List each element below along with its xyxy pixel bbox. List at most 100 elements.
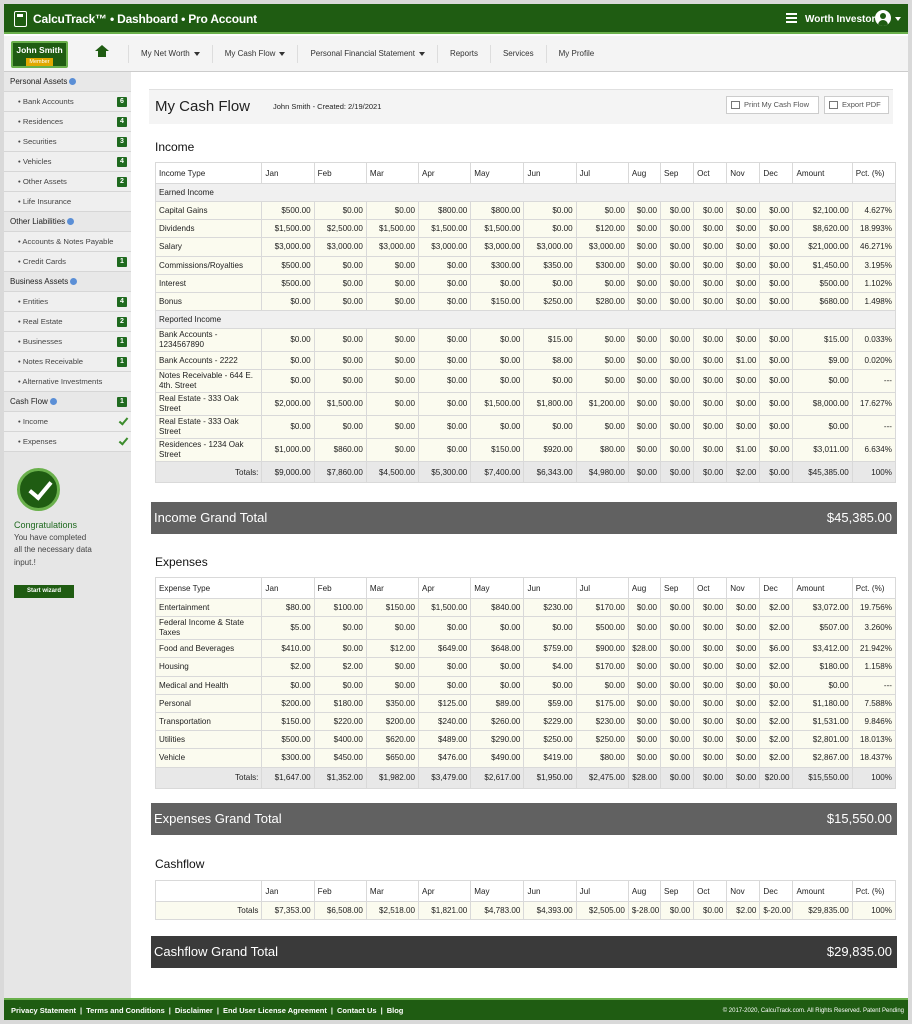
table-row[interactable]: Commissions/Royalties $500.00 $0.00 $0.00 $0… xyxy=(154,255,897,275)
month-value: $2,000.00 xyxy=(261,392,315,417)
sidebar-item-notes-receivable[interactable]: • Notes Receivable 1 xyxy=(4,352,131,372)
sidebar-item-accounts-notes-payable[interactable]: • Accounts & Notes Payable xyxy=(4,232,131,252)
sidebar-item-real-estate[interactable]: • Real Estate 2 xyxy=(4,312,131,332)
month-value: $0.00 xyxy=(313,675,367,695)
info-icon[interactable] xyxy=(69,78,77,86)
sidebar-item-businesses[interactable]: • Businesses 1 xyxy=(4,332,131,352)
table-row[interactable]: Real Estate - 333 Oak Street $2,000.00 $1,… xyxy=(154,392,897,417)
hamburger-menu-icon[interactable] xyxy=(786,13,797,23)
info-icon[interactable] xyxy=(49,398,57,406)
table-row[interactable]: Federal Income & State Taxes $5.00 $0.00 $0… xyxy=(154,616,897,641)
sidebar-item-alternative-investments[interactable]: • Alternative Investments xyxy=(4,372,131,392)
month-value: $450.00 xyxy=(313,748,367,768)
sidebar-item-life-insurance[interactable]: • Life Insurance xyxy=(4,192,131,212)
count-badge: 1 xyxy=(117,257,127,267)
month-value: $150.00 xyxy=(470,291,525,312)
table-row[interactable]: Salary $3,000.00 $3,000.00 $3,000.00 $3,000.… xyxy=(154,237,897,257)
sidebar-item-bank-accounts[interactable]: • Bank Accounts 6 xyxy=(4,92,131,112)
footer-link-disclaimer[interactable]: Disclaimer xyxy=(175,1006,213,1015)
sidebar-section-other-liabilities[interactable]: Other Liabilities xyxy=(4,212,131,232)
month-value: $0.00 xyxy=(627,273,661,293)
month-value: $125.00 xyxy=(418,693,472,713)
row-label: Entertainment xyxy=(154,597,263,618)
nav-my-profile[interactable]: My Profile xyxy=(545,45,607,63)
count-badge: 1 xyxy=(117,357,127,367)
sidebar-item-expenses[interactable]: • Expenses xyxy=(4,432,131,452)
member-card[interactable]: John Smith Member xyxy=(11,41,68,68)
table-row[interactable]: Notes Receivable - 644 E. 4th. Street $0.… xyxy=(154,369,897,394)
sidebar-section-cash-flow[interactable]: Cash Flow 1 xyxy=(4,392,131,412)
export-pdf-button[interactable]: Export PDF xyxy=(824,96,889,114)
home-icon[interactable] xyxy=(95,45,109,60)
column-header: Apr xyxy=(418,162,472,184)
sidebar-item-entities[interactable]: • Entities 4 xyxy=(4,292,131,312)
month-value: $500.00 xyxy=(261,200,315,221)
table-row[interactable]: Real Estate - 333 Oak Street $0.00 $0.00 $0… xyxy=(154,415,897,440)
nav-reports[interactable]: Reports xyxy=(436,45,490,63)
footer-link-blog[interactable]: Blog xyxy=(387,1006,404,1015)
row-pct: 18.437% xyxy=(851,748,897,768)
row-label: Bank Accounts - 1234567890 xyxy=(154,328,263,353)
table-row[interactable]: Dividends $1,500.00 $2,500.00 $1,500.00 $1,5… xyxy=(154,219,897,239)
totals-label: Totals: xyxy=(154,766,263,789)
table-row[interactable]: Bonus $0.00 $0.00 $0.00 $0.00 $150.00 $250.00 $… xyxy=(154,291,897,312)
user-avatar-icon[interactable] xyxy=(875,10,891,26)
month-value: $0.00 xyxy=(759,351,794,371)
month-value: $0.00 xyxy=(418,328,472,353)
table-row[interactable]: Transportation $150.00 $220.00 $200.00 $240.… xyxy=(154,711,897,732)
footer-link-privacy[interactable]: Privacy Statement xyxy=(11,1006,76,1015)
sidebar-section-personal-assets[interactable]: Personal Assets xyxy=(4,72,131,92)
column-header: Apr xyxy=(418,880,472,902)
footer-links: Privacy Statement | Terms and Conditions | D… xyxy=(11,1006,404,1015)
table-row[interactable]: Housing $2.00 $2.00 $0.00 $0.00 $0.00 $4.00 $17… xyxy=(154,657,897,677)
group-row: Reported Income xyxy=(155,310,896,330)
info-icon[interactable] xyxy=(70,278,78,286)
table-row[interactable]: Interest $500.00 $0.00 $0.00 $0.00 $0.00 $0.00… xyxy=(154,273,897,293)
table-row[interactable]: Capital Gains $500.00 $0.00 $0.00 $800.00 $80… xyxy=(154,200,897,221)
month-value: $0.00 xyxy=(470,351,525,371)
sidebar-item-income[interactable]: • Income xyxy=(4,412,131,432)
month-value: $80.00 xyxy=(575,748,629,768)
sidebar-item-other-assets[interactable]: • Other Assets 2 xyxy=(4,172,131,192)
sidebar-section-business-assets[interactable]: Business Assets xyxy=(4,272,131,292)
month-value: $0.00 xyxy=(418,415,472,440)
table-row[interactable]: Bank Accounts - 1234567890 $0.00 $0.00 $0.0… xyxy=(154,328,897,353)
user-menu-caret-icon[interactable] xyxy=(895,17,901,21)
month-value: $0.00 xyxy=(693,369,728,394)
info-icon[interactable] xyxy=(67,218,75,226)
table-row[interactable]: Personal $200.00 $180.00 $350.00 $125.00 $89.… xyxy=(154,693,897,713)
nav-my-cash-flow[interactable]: My Cash Flow xyxy=(211,45,298,63)
sidebar-item-residences[interactable]: • Residences 4 xyxy=(4,112,131,132)
user-menu-name[interactable]: Worth Investor xyxy=(805,14,875,25)
total-value: $7,860.00 xyxy=(313,461,367,484)
table-row[interactable]: Food and Beverages $410.00 $0.00 $12.00 $649… xyxy=(154,639,897,659)
month-value: $0.00 xyxy=(523,616,577,641)
row-amount: $1,450.00 xyxy=(792,255,853,275)
footer-link-contact[interactable]: Contact Us xyxy=(337,1006,377,1015)
sidebar-item-vehicles[interactable]: • Vehicles 4 xyxy=(4,152,131,172)
table-row[interactable]: Residences - 1234 Oak Street $1,000.00 $86… xyxy=(154,438,897,463)
footer-link-eula[interactable]: End User License Agreement xyxy=(223,1006,327,1015)
column-header: Sep xyxy=(659,577,695,599)
table-row[interactable]: Vehicle $300.00 $450.00 $650.00 $476.00 $490.… xyxy=(154,748,897,768)
column-header: Feb xyxy=(313,880,367,902)
sidebar-item-credit-cards[interactable]: • Credit Cards 1 xyxy=(4,252,131,272)
nav-services[interactable]: Services xyxy=(489,45,546,63)
nav-my-net-worth[interactable]: My Net Worth xyxy=(128,45,212,63)
month-value: $1,000.00 xyxy=(261,438,315,463)
print-cash-flow-button[interactable]: Print My Cash Flow xyxy=(726,96,819,114)
start-wizard-button[interactable]: Start wizard xyxy=(14,585,74,598)
footer-link-terms[interactable]: Terms and Conditions xyxy=(86,1006,165,1015)
nav-personal-financial-statement[interactable]: Personal Financial Statement xyxy=(297,45,437,63)
month-value: $2.00 xyxy=(759,597,794,618)
row-pct: 1.158% xyxy=(851,657,897,677)
row-pct: 7.588% xyxy=(851,693,897,713)
table-row[interactable]: Bank Accounts - 2222 $0.00 $0.00 $0.00 $0.00… xyxy=(154,351,897,371)
month-value: $229.00 xyxy=(523,711,577,732)
table-row[interactable]: Utilities $500.00 $400.00 $620.00 $489.00 $29… xyxy=(154,730,897,750)
sidebar-item-securities[interactable]: • Securities 3 xyxy=(4,132,131,152)
table-row[interactable]: Entertainment $80.00 $100.00 $150.00 $1,500.… xyxy=(154,597,897,618)
table-row[interactable]: Medical and Health $0.00 $0.00 $0.00 $0.00 $0… xyxy=(154,675,897,695)
month-value: $0.00 xyxy=(575,415,629,440)
month-value: $0.00 xyxy=(659,597,695,618)
